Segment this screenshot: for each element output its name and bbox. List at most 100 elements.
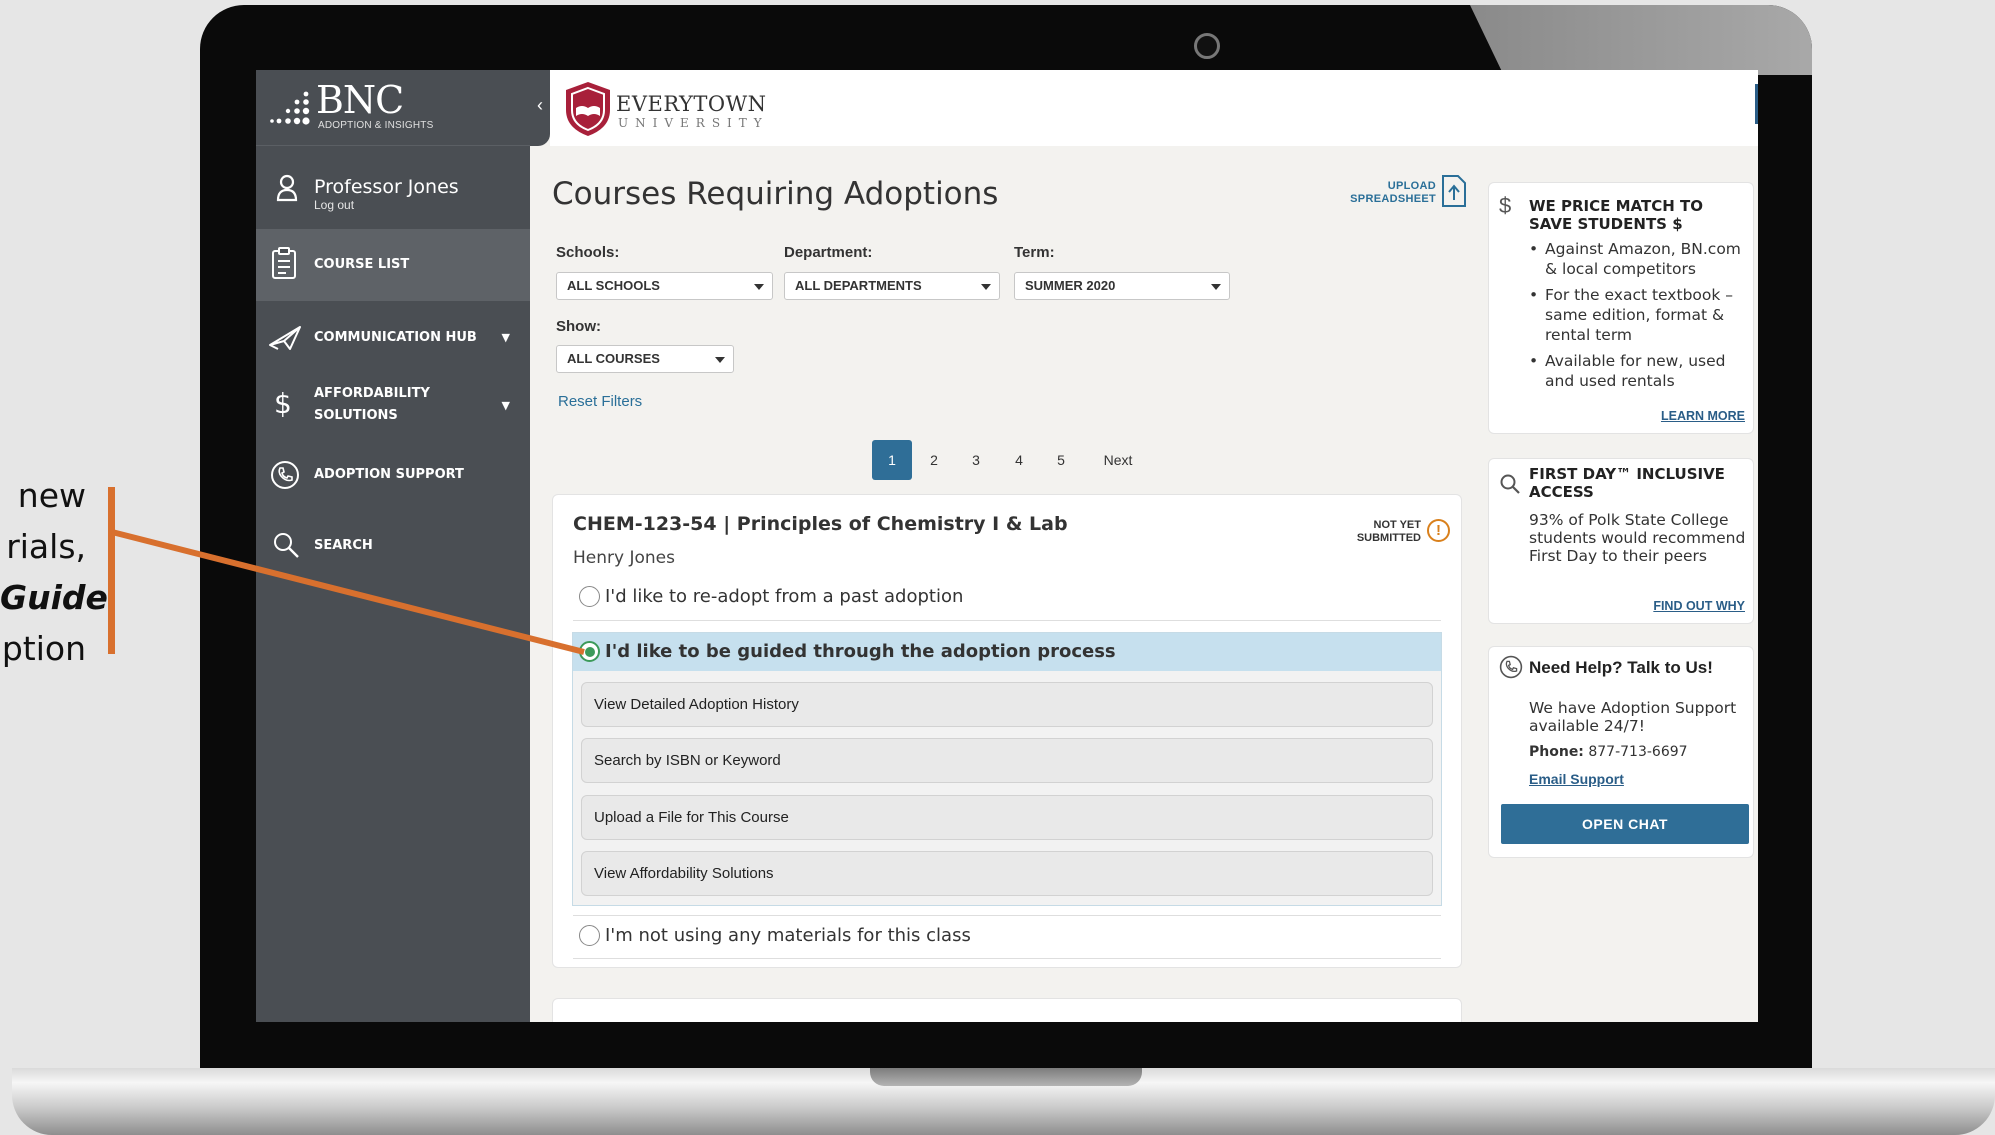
paper-plane-icon	[269, 326, 301, 350]
sidebar: BNC ADOPTION & INSIGHTS Professor Jones …	[256, 70, 530, 1022]
divider	[573, 620, 1441, 621]
chevron-down-icon	[1211, 284, 1221, 290]
dollar-icon: $	[274, 387, 292, 420]
learn-more-link[interactable]: LEARN MORE	[1661, 409, 1745, 423]
panel-title: FIRST DAY™ INCLUSIVE ACCESS	[1529, 465, 1725, 501]
sidebar-item-label: AFFORDABILITY	[314, 386, 430, 401]
sidebar-item-label: ADOPTION SUPPORT	[314, 467, 464, 482]
chevron-down-icon: ▼	[501, 399, 510, 412]
phone-icon	[271, 461, 299, 489]
option-guided-panel: I'd like to be guided through the adopti…	[572, 632, 1442, 906]
callout-line: ption	[1, 629, 86, 668]
email-support-link[interactable]: Email Support	[1529, 771, 1624, 787]
page-5-button[interactable]: 5	[1041, 440, 1081, 480]
logout-link[interactable]: Log out	[314, 198, 354, 212]
page-4-button[interactable]: 4	[999, 440, 1039, 480]
show-select[interactable]: ALL COURSES	[556, 345, 734, 373]
sidebar-item-communication-hub[interactable]: COMMUNICATION HUB ▼	[256, 315, 530, 365]
option-readopt[interactable]: I'd like to re-adopt from a past adoptio…	[573, 584, 1441, 614]
course-card: CHEM-123-54 | Principles of Chemistry I …	[552, 494, 1462, 968]
chevron-down-icon	[754, 284, 764, 290]
find-out-why-link[interactable]: FIND OUT WHY	[1653, 599, 1745, 613]
upload-spreadsheet-link[interactable]: UPLOAD SPREADSHEET	[1340, 180, 1436, 206]
callout-line: Guide	[0, 578, 108, 617]
radio-guided[interactable]	[579, 641, 600, 662]
sidebar-item-adoption-support[interactable]: ADOPTION SUPPORT	[256, 453, 530, 497]
schools-select[interactable]: ALL SCHOOLS	[556, 272, 773, 300]
department-select[interactable]: ALL DEPARTMENTS	[784, 272, 1000, 300]
header-edge	[1755, 84, 1758, 124]
option-none-label: I'm not using any materials for this cla…	[605, 925, 971, 946]
option-guided[interactable]: I'd like to be guided through the adopti…	[573, 633, 1441, 671]
brand-subtitle: ADOPTION & INSIGHTS	[318, 120, 434, 131]
search-isbn-button[interactable]: Search by ISBN or Keyword	[581, 738, 1433, 783]
upload-file-button[interactable]: Upload a File for This Course	[581, 795, 1433, 840]
page-1-button[interactable]: 1	[872, 440, 912, 480]
option-readopt-label: I'd like to re-adopt from a past adoptio…	[605, 586, 964, 607]
term-select[interactable]: SUMMER 2020	[1014, 272, 1230, 300]
sidebar-item-label: COMMUNICATION HUB	[314, 330, 477, 345]
option-guided-label: I'd like to be guided through the adopti…	[605, 641, 1116, 662]
page-3-button[interactable]: 3	[956, 440, 996, 480]
status-badge: NOT YET SUBMITTED	[1313, 519, 1421, 545]
screen-glare	[1470, 5, 1812, 75]
top-header: EVERYTOWN UNIVERSITY	[550, 70, 1758, 146]
sidebar-item-search[interactable]: SEARCH	[256, 524, 530, 568]
status-text: NOT YET	[1373, 519, 1421, 531]
university-subtitle: UNIVERSITY	[618, 116, 769, 130]
sidebar-collapse-button[interactable]: ‹	[530, 70, 550, 146]
dollar-icon: $	[1499, 193, 1512, 218]
brand-header: BNC ADOPTION & INSIGHTS	[256, 70, 530, 146]
show-value: ALL COURSES	[567, 351, 660, 366]
user-block: Professor Jones Log out	[256, 170, 530, 230]
app-screen: BNC ADOPTION & INSIGHTS Professor Jones …	[256, 70, 1758, 1022]
help-panel: Need Help? Talk to Us! We have Adoption …	[1488, 646, 1754, 858]
radio-readopt[interactable]	[579, 586, 600, 607]
brand-name: BNC	[316, 78, 404, 122]
warning-icon: !	[1427, 519, 1450, 542]
divider	[573, 915, 1441, 916]
view-affordability-button[interactable]: View Affordability Solutions	[581, 851, 1433, 896]
page-2-button[interactable]: 2	[914, 440, 954, 480]
view-adoption-history-button[interactable]: View Detailed Adoption History	[581, 682, 1433, 727]
chevron-down-icon: ▼	[501, 331, 510, 344]
option-none[interactable]: I'm not using any materials for this cla…	[573, 921, 1441, 951]
bnc-logo-icon	[270, 91, 310, 125]
camera-icon	[1194, 33, 1220, 59]
phone-value: 877-713-6697	[1588, 744, 1688, 760]
show-label: Show:	[556, 318, 601, 335]
chevron-down-icon	[981, 284, 991, 290]
first-day-body: 93% of Polk State College students would…	[1529, 511, 1746, 565]
instructor-name: Henry Jones	[573, 548, 675, 568]
next-page-button[interactable]: Next	[1090, 440, 1146, 480]
term-value: SUMMER 2020	[1025, 278, 1116, 293]
sidebar-item-label: COURSE LIST	[314, 257, 410, 272]
term-label: Term:	[1014, 244, 1055, 261]
price-match-list: Against Amazon, BN.com & local competito…	[1529, 239, 1751, 397]
first-day-panel: FIRST DAY™ INCLUSIVE ACCESS 93% of Polk …	[1488, 458, 1754, 624]
radio-none[interactable]	[579, 925, 600, 946]
clipboard-icon	[272, 247, 296, 279]
upload-label: SPREADSHEET	[1350, 193, 1436, 205]
list-item: Available for new, used and used rentals	[1529, 351, 1751, 391]
course-title: CHEM-123-54 | Principles of Chemistry I …	[573, 513, 1068, 535]
sidebar-item-affordability-solutions[interactable]: $ AFFORDABILITY SOLUTIONS ▼	[256, 375, 530, 437]
search-icon	[274, 533, 299, 558]
next-course-card	[552, 998, 1462, 1022]
department-value: ALL DEPARTMENTS	[795, 278, 922, 293]
schools-label: Schools:	[556, 244, 620, 261]
sidebar-item-label: SEARCH	[314, 538, 373, 553]
price-match-panel: $ WE PRICE MATCH TO SAVE STUDENTS $ Agai…	[1488, 182, 1754, 434]
sidebar-item-label: SOLUTIONS	[314, 408, 398, 423]
open-chat-button[interactable]: OPEN CHAT	[1501, 804, 1749, 844]
university-crest-icon	[566, 82, 610, 136]
phone-label: Phone:	[1529, 744, 1584, 760]
reset-filters-link[interactable]: Reset Filters	[558, 393, 642, 410]
upload-file-icon[interactable]	[1440, 174, 1468, 208]
status-text: SUBMITTED	[1356, 532, 1421, 544]
laptop-notch	[870, 1068, 1142, 1086]
phone-icon	[1499, 655, 1523, 679]
department-label: Department:	[784, 244, 873, 261]
sidebar-item-course-list[interactable]: COURSE LIST	[256, 229, 530, 301]
user-name: Professor Jones	[314, 176, 459, 198]
